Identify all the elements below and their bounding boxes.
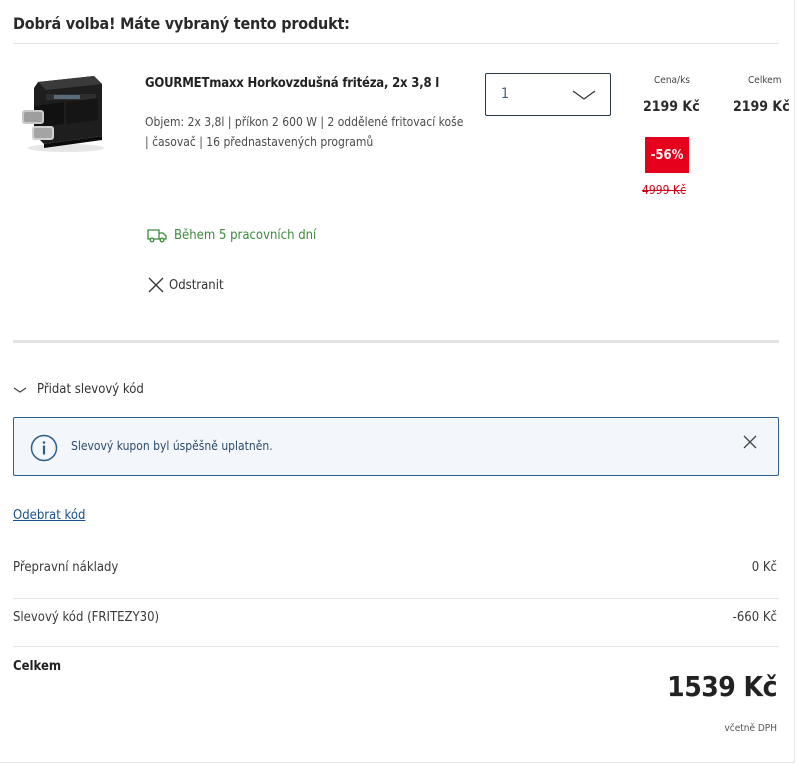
product-image[interactable] [20, 70, 112, 154]
info-icon [30, 434, 58, 462]
product-description: Objem: 2x 3,8l | příkon 2 600 W | 2 oddě… [145, 115, 464, 149]
section-divider [13, 340, 779, 343]
truck-icon [147, 229, 167, 243]
page-title: Dobrá volba! Máte vybraný tento produkt: [13, 14, 350, 33]
product-name[interactable]: GOURMETmaxx Horkovzdušná fritéza, 2x 3,8… [145, 76, 439, 91]
info-message: Slevový kupon byl úspěšně uplatněn. [71, 439, 273, 453]
close-icon[interactable] [741, 433, 759, 451]
close-icon [148, 277, 164, 293]
divider [13, 43, 779, 44]
vat-note: včetně DPH [724, 723, 777, 734]
quantity-value: 1 [501, 86, 510, 102]
delivery-info: Během 5 pracovních dní [147, 227, 316, 243]
delivery-text: Během 5 pracovních dní [174, 227, 317, 243]
remove-button[interactable]: Odstranit [147, 276, 224, 294]
order-total-value: 1539 Kč [667, 670, 777, 703]
promo-info-alert: Slevový kupon byl úspěšně uplatněn. [13, 417, 779, 476]
shipping-value: 0 Kč [751, 560, 777, 575]
divider [13, 598, 779, 599]
quantity-select[interactable]: 1 [485, 73, 611, 116]
shipping-label: Přepravní náklady [13, 560, 119, 575]
total-price-header: Celkem [748, 75, 782, 86]
chevron-down-icon [13, 387, 27, 393]
cart-card: Dobrá volba! Máte vybraný tento produkt:… [0, 0, 795, 763]
remove-code-link[interactable]: Odebrat kód [13, 508, 85, 523]
remove-label: Odstranit [169, 277, 224, 293]
chevron-down-icon [572, 90, 596, 100]
line-total-price: 2199 Kč [733, 99, 790, 115]
discount-badge: -56% [645, 137, 689, 173]
promo-code-toggle[interactable]: Přidat slevový kód [13, 382, 144, 397]
divider [13, 646, 779, 647]
old-price: 4999 Kč [642, 183, 686, 197]
unit-price-header: Cena/ks [654, 75, 690, 86]
discount-code-value: -660 Kč [732, 610, 777, 625]
order-total-label: Celkem [13, 659, 62, 674]
unit-price: 2199 Kč [643, 99, 700, 115]
promo-toggle-label: Přidat slevový kód [37, 382, 144, 397]
discount-code-label: Slevový kód (FRITEZY30) [13, 610, 160, 625]
